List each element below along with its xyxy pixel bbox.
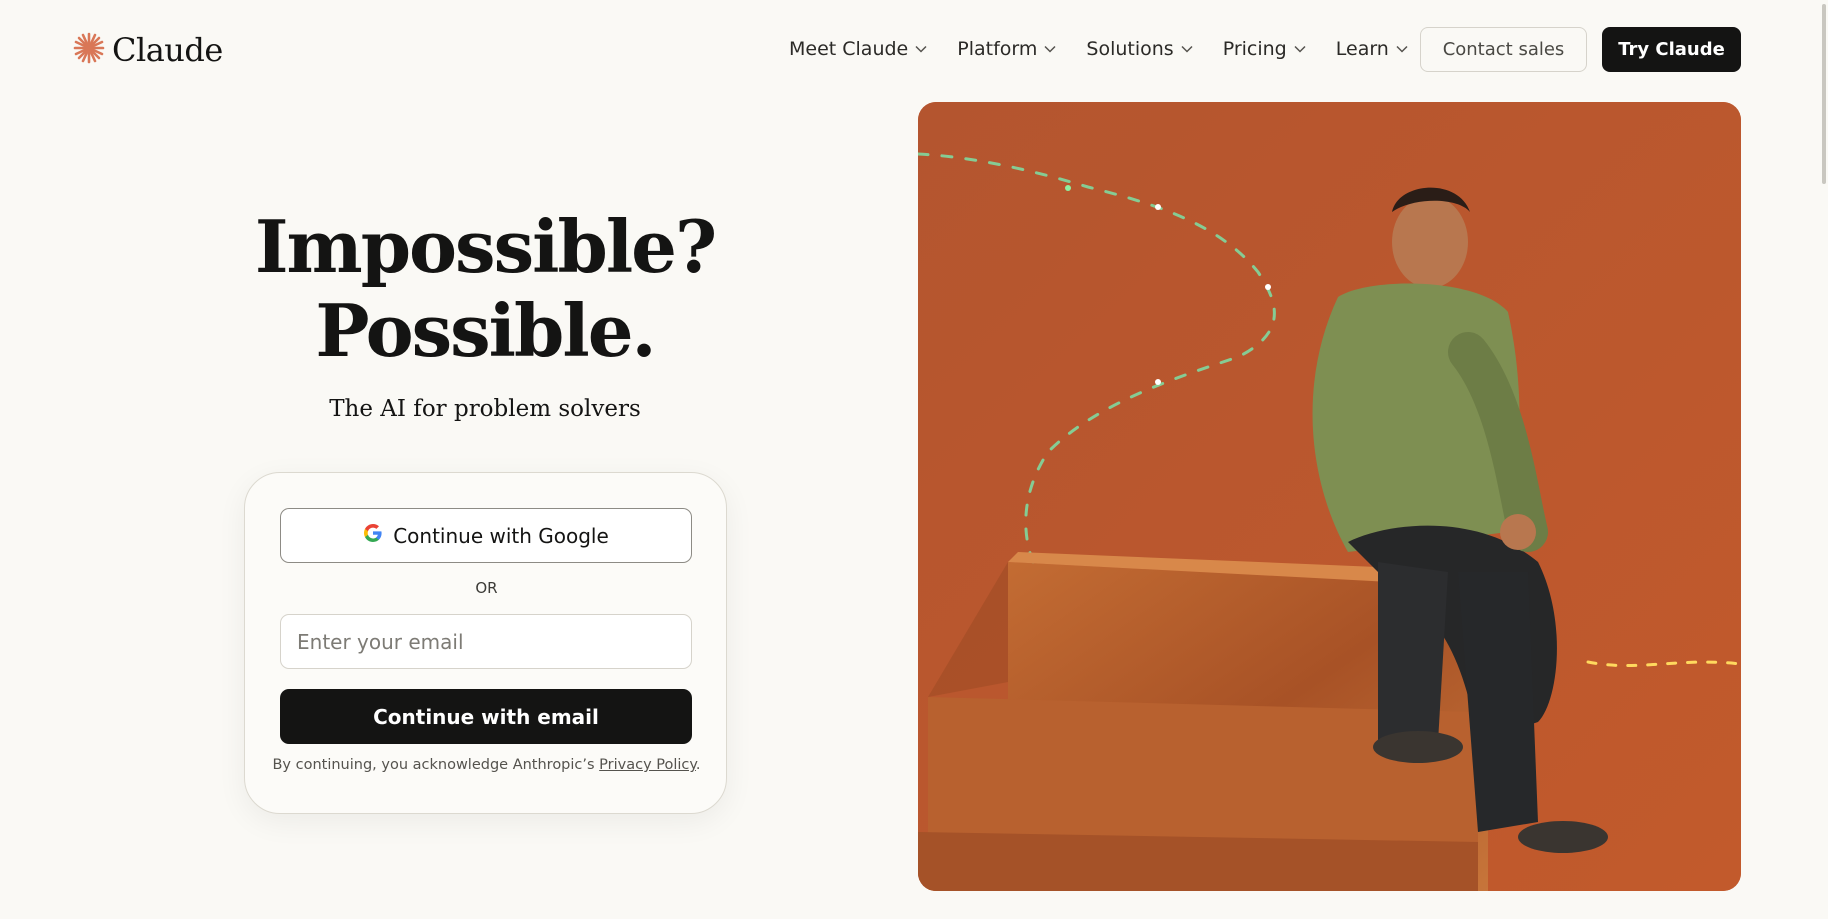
nav-item-label: Solutions xyxy=(1086,38,1174,60)
chevron-down-icon xyxy=(915,45,927,53)
try-claude-button[interactable]: Try Claude xyxy=(1602,27,1741,72)
nav-item-platform[interactable]: Platform xyxy=(957,38,1056,60)
chevron-down-icon xyxy=(1396,45,1408,53)
page-scrollbar[interactable] xyxy=(1820,0,1828,919)
google-icon xyxy=(363,523,383,548)
nav-item-pricing[interactable]: Pricing xyxy=(1223,38,1306,60)
hero-title-line-2: Possible. xyxy=(315,288,656,373)
claude-logo[interactable]: Claude xyxy=(72,28,223,72)
site-header: Claude Meet Claude Platform Solutions Pr… xyxy=(0,0,1828,100)
nav-item-label: Platform xyxy=(957,38,1038,60)
legal-text: By continuing, you acknowledge Anthropic… xyxy=(272,757,600,773)
hero-title: Impossible? Possible. xyxy=(200,205,770,373)
login-card: Continue with Google OR Continue with em… xyxy=(244,472,727,814)
nav-item-learn[interactable]: Learn xyxy=(1336,38,1408,60)
legal-suffix: . xyxy=(695,757,701,773)
or-divider: OR xyxy=(475,579,498,597)
nav-item-label: Meet Claude xyxy=(789,38,909,60)
legal-notice: By continuing, you acknowledge Anthropic… xyxy=(245,757,728,773)
chevron-down-icon xyxy=(1181,45,1193,53)
google-button-label: Continue with Google xyxy=(393,523,609,548)
hero-image xyxy=(918,102,1741,891)
continue-with-google-button[interactable]: Continue with Google xyxy=(280,508,692,563)
nav-item-solutions[interactable]: Solutions xyxy=(1086,38,1193,60)
main-nav: Meet Claude Platform Solutions Pricing L… xyxy=(789,30,1438,68)
hero-title-line-1: Impossible? xyxy=(254,204,717,289)
nav-item-label: Learn xyxy=(1335,38,1389,60)
chevron-down-icon xyxy=(1044,45,1056,53)
hero-subtitle: The AI for problem solvers xyxy=(329,396,641,422)
scrollbar-thumb[interactable] xyxy=(1822,4,1826,184)
privacy-policy-link[interactable]: Privacy Policy xyxy=(599,757,696,773)
nav-item-label: Pricing xyxy=(1222,38,1287,60)
logo-text: Claude xyxy=(112,31,223,69)
continue-with-email-button[interactable]: Continue with email xyxy=(280,689,692,744)
chevron-down-icon xyxy=(1294,45,1306,53)
hero-illustration xyxy=(918,102,1741,891)
claude-starburst-icon xyxy=(72,31,106,69)
email-field[interactable] xyxy=(280,614,692,669)
nav-item-meet-claude[interactable]: Meet Claude xyxy=(789,38,927,60)
contact-sales-button[interactable]: Contact sales xyxy=(1420,27,1587,72)
